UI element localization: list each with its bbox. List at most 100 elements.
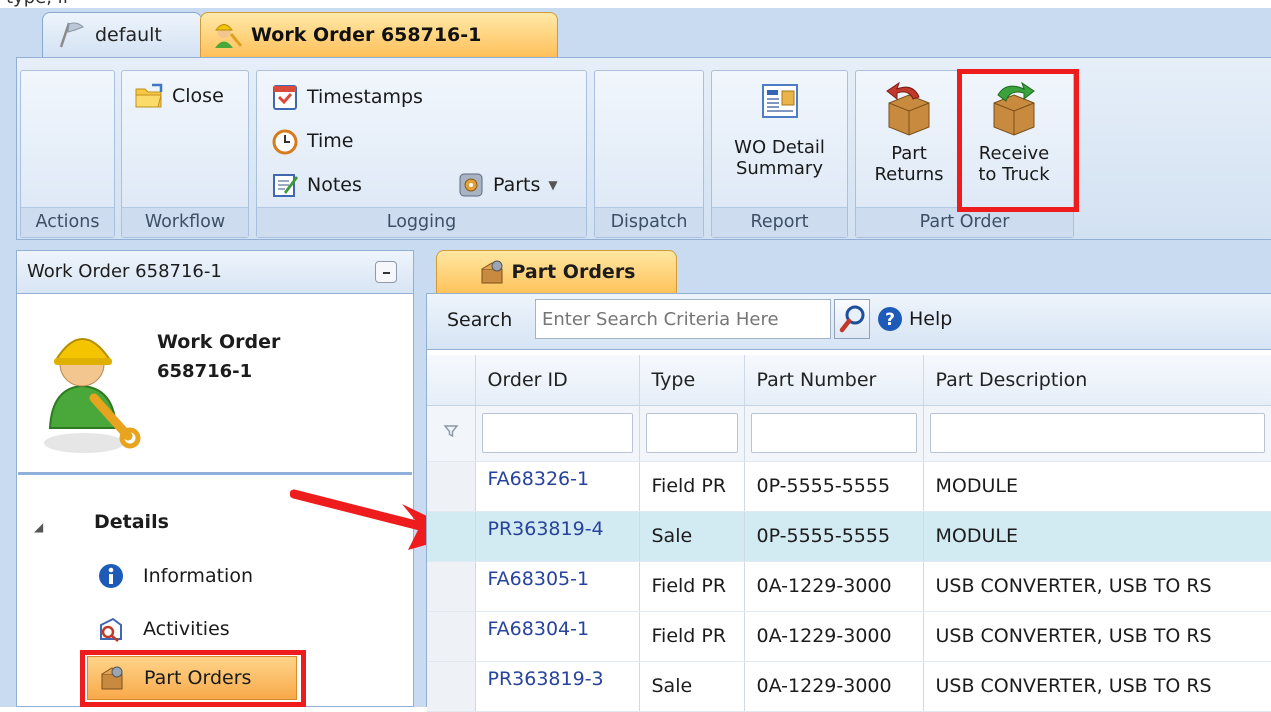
- nav-item-part-orders-label: Part Orders: [144, 667, 252, 689]
- order-id-link[interactable]: FA68326-1: [475, 461, 640, 512]
- ribbon-group-dispatch: Dispatch: [594, 70, 704, 238]
- part-description-cell: MODULE: [923, 461, 1271, 512]
- search-input[interactable]: [535, 299, 831, 339]
- help-label: Help: [909, 308, 953, 330]
- filter-input-part-number[interactable]: [750, 413, 917, 453]
- table-row[interactable]: PR363819-3 Sale 0A-1229-3000 USB CONVERT…: [427, 661, 1271, 712]
- clock-icon: [272, 129, 298, 155]
- left-panel-title: Work Order 658716-1: [27, 261, 222, 282]
- table-row-selected[interactable]: PR363819-4 Sale 0P-5555-5555 MODULE: [427, 511, 1271, 562]
- part-orders-table: Order ID Type Part Number Part Descripti…: [427, 355, 1271, 712]
- receive-box-icon: [993, 81, 1035, 136]
- search-button[interactable]: [834, 299, 870, 339]
- tab-work-order-label: Work Order 658716-1: [251, 24, 482, 46]
- details-section[interactable]: ◢ Details: [34, 510, 169, 534]
- filter-input-order-id[interactable]: [481, 413, 633, 453]
- report-icon: [761, 84, 798, 118]
- group-label-part-order: Part Order: [856, 207, 1073, 237]
- group-label-workflow: Workflow: [122, 207, 248, 237]
- ribbon-group-part-order: Part Returns Receive to Truck Part Order: [855, 70, 1074, 238]
- parts-button[interactable]: Parts ▼: [457, 171, 558, 199]
- type-cell: Sale: [639, 511, 745, 562]
- activities-icon: [100, 617, 122, 642]
- tab-work-order[interactable]: Work Order 658716-1: [200, 12, 558, 57]
- receive-line1: Receive: [978, 143, 1050, 164]
- nav-item-activities-label: Activities: [143, 618, 230, 640]
- part-returns-line1: Part: [891, 143, 927, 164]
- filter-cell-part-description: [923, 405, 1271, 462]
- table-row[interactable]: FA68305-1 Field PR 0A-1229-3000 USB CONV…: [427, 561, 1271, 612]
- parts-icon: [459, 173, 483, 197]
- wo-detail-line2: Summary: [736, 158, 823, 179]
- search-label: Search: [447, 309, 513, 331]
- notes-button[interactable]: Notes: [271, 171, 362, 199]
- part-returns-line2: Returns: [874, 164, 944, 185]
- table-row[interactable]: FA68326-1 Field PR 0P-5555-5555 MODULE: [427, 461, 1271, 512]
- group-label-actions: Actions: [21, 207, 114, 237]
- close-button[interactable]: Close: [134, 83, 224, 109]
- order-id-link[interactable]: FA68305-1: [475, 561, 640, 612]
- filter-cell-order-id: [475, 405, 640, 462]
- order-id-link[interactable]: FA68304-1: [475, 611, 640, 662]
- filter-input-part-description[interactable]: [929, 413, 1265, 453]
- svg-text:?: ?: [885, 310, 895, 330]
- wo-detail-summary-button[interactable]: WO Detail Summary: [712, 81, 847, 179]
- part-orders-icon: [101, 666, 123, 690]
- part-orders-tab-icon: [481, 260, 502, 284]
- expand-triangle-icon: ◢: [34, 520, 44, 534]
- ribbon-group-report: WO Detail Summary Report: [711, 70, 848, 238]
- part-returns-button[interactable]: Part Returns: [866, 79, 952, 185]
- work-order-avatar-icon: [44, 338, 141, 453]
- ribbon-group-logging: Timestamps Time Notes Parts ▼ Logging: [256, 70, 587, 238]
- filter-row: [427, 405, 1271, 462]
- receive-line2: to Truck: [978, 164, 1050, 185]
- help-icon: ?: [878, 307, 902, 331]
- parts-label: Parts: [493, 174, 541, 196]
- notes-icon: [273, 174, 298, 197]
- tab-default[interactable]: default: [42, 12, 202, 57]
- receive-to-truck-button[interactable]: Receive to Truck: [964, 79, 1064, 185]
- filter-cell-part-number: [744, 405, 924, 462]
- row-indicator: [427, 511, 476, 562]
- column-header-order-id[interactable]: Order ID: [475, 355, 640, 406]
- order-id-link[interactable]: PR363819-3: [475, 661, 640, 712]
- part-return-box-icon: [886, 81, 930, 136]
- collapse-button[interactable]: [375, 261, 397, 283]
- part-number-cell: 0A-1229-3000: [744, 561, 924, 612]
- flag-icon: [59, 22, 84, 48]
- timestamps-button[interactable]: Timestamps: [271, 83, 423, 111]
- filter-input-type[interactable]: [645, 413, 738, 453]
- nav-item-activities[interactable]: Activities: [97, 615, 230, 643]
- tab-part-orders[interactable]: Part Orders: [436, 250, 677, 293]
- timestamps-label: Timestamps: [307, 86, 423, 108]
- column-header-type[interactable]: Type: [639, 355, 745, 406]
- row-indicator: [427, 561, 476, 612]
- left-panel-divider: [18, 472, 412, 475]
- ribbon-group-workflow: Close Workflow: [121, 70, 249, 238]
- part-description-cell: USB CONVERTER, USB TO RS: [923, 661, 1271, 712]
- tab-default-label: default: [95, 24, 162, 46]
- part-number-cell: 0P-5555-5555: [744, 511, 924, 562]
- filter-icon: [443, 425, 459, 438]
- nav-item-information-label: Information: [143, 565, 253, 587]
- minus-icon: [383, 272, 390, 274]
- help-button[interactable]: ? Help: [876, 305, 952, 333]
- details-section-label: Details: [94, 511, 169, 533]
- table-row[interactable]: FA68304-1 Field PR 0A-1229-3000 USB CONV…: [427, 611, 1271, 662]
- type-cell: Field PR: [639, 461, 745, 512]
- nav-item-part-orders[interactable]: Part Orders: [87, 656, 297, 700]
- wo-detail-line1: WO Detail: [734, 137, 825, 158]
- search-icon: [839, 305, 865, 333]
- part-description-cell: MODULE: [923, 511, 1271, 562]
- column-header-part-description[interactable]: Part Description: [923, 355, 1271, 406]
- info-icon: [99, 564, 123, 588]
- part-number-cell: 0P-5555-5555: [744, 461, 924, 512]
- nav-item-information[interactable]: Information: [97, 562, 253, 590]
- column-header-part-number[interactable]: Part Number: [744, 355, 924, 406]
- heading-line2: 658716-1: [157, 361, 253, 382]
- order-id-link[interactable]: PR363819-4: [475, 511, 640, 562]
- folder-close-icon: [135, 83, 163, 108]
- left-panel-heading: Work Order 658716-1: [157, 328, 280, 386]
- time-button[interactable]: Time: [271, 127, 354, 155]
- type-cell: Sale: [639, 661, 745, 712]
